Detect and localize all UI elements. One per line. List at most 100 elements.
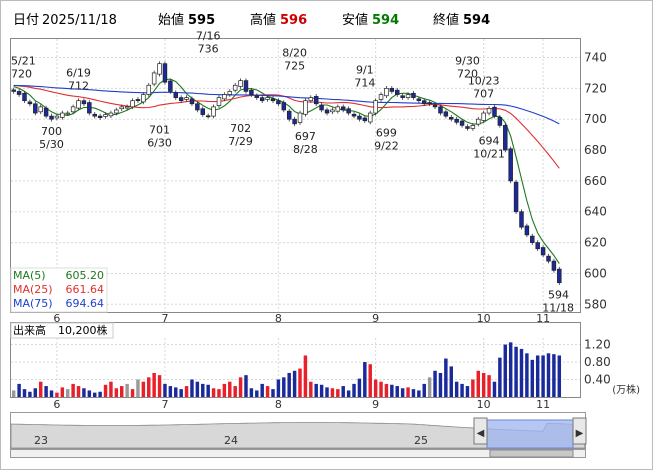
candle-body-down <box>459 120 465 126</box>
volume-bar <box>319 384 324 397</box>
price-tick-label: 620 <box>584 236 607 250</box>
volume-bar <box>136 379 140 397</box>
volume-bar <box>444 358 448 397</box>
candle-body-up <box>76 100 81 109</box>
candle-body-down <box>27 101 33 105</box>
annotation-date: 5/30 <box>39 138 64 151</box>
candle-body-up <box>470 125 476 129</box>
candle-body-up <box>486 108 492 114</box>
candle-body-down <box>200 108 206 115</box>
volume-bar <box>465 386 470 397</box>
candle-body-up <box>222 94 227 100</box>
volume-bar <box>152 372 156 397</box>
price-tick-label: 720 <box>584 81 607 95</box>
volume-bar <box>303 355 308 397</box>
candle <box>162 61 168 85</box>
candle-body-down <box>33 103 38 114</box>
stock-chart-widget: 日付 2025/11/18 始値 595 高値 596 安値 594 終値 59… <box>0 0 653 470</box>
volume-bar <box>541 355 545 397</box>
high-value: 596 <box>280 13 307 28</box>
volume-bar <box>60 387 65 397</box>
candle-body-up <box>211 106 216 117</box>
candle-body-down <box>492 106 497 117</box>
volume-bar <box>368 364 372 397</box>
candle-body-up <box>108 112 114 117</box>
volume-bar <box>471 379 475 397</box>
candle-body-up <box>227 91 233 95</box>
candle-body-down <box>411 92 416 98</box>
annotation-date: 10/23 <box>468 74 500 87</box>
ma75-label: MA(75) <box>13 297 53 310</box>
candle-body-up <box>265 97 270 100</box>
volume-bar <box>65 389 70 397</box>
candle-body-down <box>438 106 443 114</box>
candle <box>146 82 151 97</box>
candle <box>519 209 524 230</box>
volume-title: 出来高 <box>13 323 46 337</box>
candle-body-down <box>357 115 362 120</box>
candle-body-down <box>313 96 319 105</box>
candle-body-down <box>87 102 92 114</box>
candle-body-down <box>97 115 103 119</box>
candle <box>211 104 216 119</box>
volume-bar <box>217 389 221 397</box>
candle-body-down <box>551 260 557 271</box>
navigator-right-handle[interactable]: ▶ <box>572 417 587 445</box>
low-label: 安値 <box>342 12 368 28</box>
price-tick-label: 740 <box>584 51 607 65</box>
volume-bar <box>395 386 399 397</box>
candle <box>367 110 373 125</box>
candle <box>157 61 162 77</box>
price-tick-label: 640 <box>584 205 607 219</box>
annotation-price: 701 <box>149 124 170 137</box>
ma5-value: 605.20 <box>66 269 105 282</box>
annotation-price: 725 <box>284 60 305 73</box>
candle-body-down <box>497 117 503 126</box>
annotation: 6978/28 <box>293 130 318 156</box>
volume-month-label: 11 <box>536 398 550 411</box>
candle-body-down <box>49 115 54 120</box>
candle-body-down <box>92 113 97 117</box>
candle-body-down <box>286 110 292 120</box>
candle-body-up <box>238 80 243 87</box>
navigator-scrollbar-thumb[interactable] <box>489 449 574 458</box>
candle <box>551 258 557 273</box>
annotation-date: 7/16 <box>196 30 221 43</box>
volume-value: 10,200株 <box>58 323 108 337</box>
annotation: 7027/29 <box>228 122 253 148</box>
range-navigator[interactable]: ◀ ▶ 23 24 25 <box>10 412 587 458</box>
candle-body-up <box>103 114 108 117</box>
navigator-selection[interactable] <box>486 419 574 449</box>
volume-bar <box>141 381 146 397</box>
volume-bar <box>233 386 237 397</box>
low-value: 594 <box>372 13 399 28</box>
volume-bar <box>93 392 97 397</box>
volume-bar <box>298 368 302 397</box>
candle-body-down <box>546 255 551 262</box>
volume-bar <box>325 387 329 397</box>
candle-body-up <box>184 97 189 100</box>
candle-body-up <box>114 109 119 114</box>
volume-bar <box>28 391 32 397</box>
volume-bar <box>76 386 81 397</box>
volume-unit-label: (万株) <box>612 383 640 396</box>
candle-body-up <box>373 100 378 114</box>
ma-legend: MA(5) 605.20 MA(25) 661.64 MA(75) 694.64 <box>10 267 108 313</box>
candle-body-down <box>135 99 141 102</box>
candle-body-down <box>276 100 281 105</box>
volume-bar <box>276 379 281 397</box>
volume-bar <box>130 389 135 397</box>
volume-bar <box>346 390 351 397</box>
price-tick-label: 600 <box>584 266 607 280</box>
annotation-price: 694 <box>479 134 500 147</box>
navigator-left-handle[interactable]: ◀ <box>473 417 488 445</box>
volume-header: 出来高 10,200株 <box>10 322 114 339</box>
volume-bar <box>190 379 194 397</box>
annotation: 7005/30 <box>39 125 64 151</box>
candle-body-up <box>130 100 135 108</box>
volume-bar <box>22 389 27 397</box>
candle-body-down <box>400 95 405 98</box>
candle-body-down <box>243 80 249 92</box>
annotation-date: 11/18 <box>542 302 574 315</box>
annotation-date: 8/28 <box>293 143 318 156</box>
